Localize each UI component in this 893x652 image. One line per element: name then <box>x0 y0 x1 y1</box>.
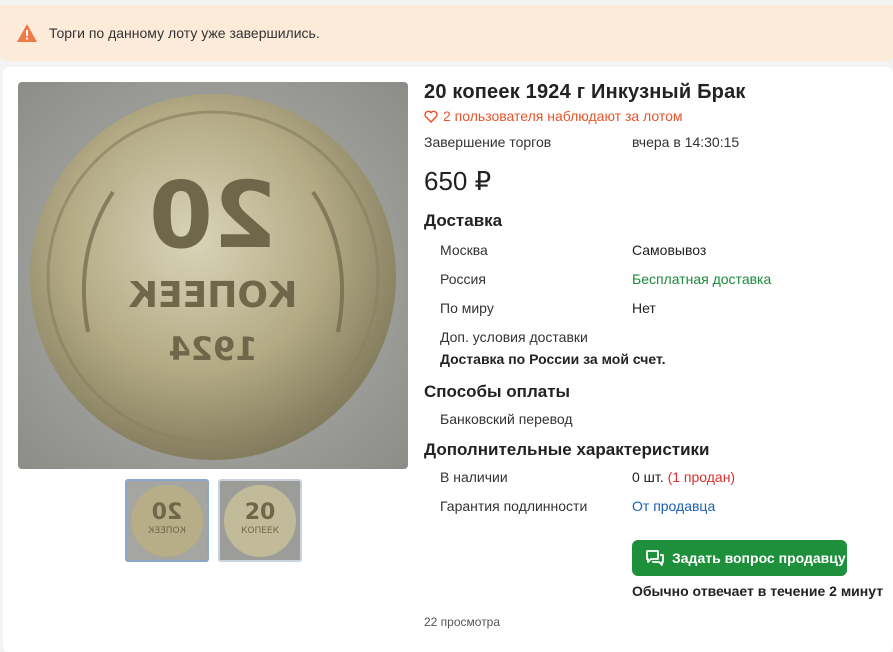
delivery-note: Доставка по России за мой счет. <box>440 351 666 367</box>
svg-text:КОПЕЕК: КОПЕЕК <box>241 526 280 536</box>
lot-info: 20 копеек 1924 г Инкузный Брак 2 пользов… <box>424 81 884 520</box>
stock-row: В наличии 0 шт. (1 продан) <box>424 462 884 491</box>
banner-text: Торги по данному лоту уже завершились. <box>49 25 320 41</box>
coin-word: КОПЕЕК <box>129 275 298 316</box>
watchers-text: 2 пользователя наблюдают за лотом <box>443 108 683 124</box>
delivery-value: Нет <box>632 299 656 316</box>
delivery-value-free: Бесплатная доставка <box>632 270 772 287</box>
lot-card: 20 КОПЕЕК 1924 20 КОПЕЕК 20 КОПЕЕК 20 ко… <box>3 67 893 652</box>
delivery-value: Самовывоз <box>632 241 707 258</box>
lot-price: 650 ₽ <box>424 166 492 196</box>
stock-label: В наличии <box>440 468 508 485</box>
auction-end-value: вчера в 14:30:15 <box>632 134 740 150</box>
authenticity-value[interactable]: От продавца <box>632 498 715 514</box>
delivery-label: Москва <box>440 241 488 258</box>
delivery-label: Доп. условия доставки <box>440 328 588 345</box>
payment-heading: Способы оплаты <box>424 382 571 401</box>
delivery-row-moscow: Москва Самовывоз <box>424 235 884 264</box>
svg-text:20: 20 <box>152 500 183 525</box>
delivery-row-extra: Доп. условия доставки <box>424 322 884 351</box>
extra-heading: Дополнительные характеристики <box>424 440 710 459</box>
payment-method: Банковский перевод <box>440 410 573 427</box>
auction-ended-banner: Торги по данному лоту уже завершились. <box>0 5 893 61</box>
svg-text:КОПЕЕК: КОПЕЕК <box>147 526 186 536</box>
delivery-row-world: По миру Нет <box>424 293 884 322</box>
authenticity-row: Гарантия подлинности От продавца <box>424 491 884 520</box>
thumbnail-2[interactable]: 20 КОПЕЕК <box>218 479 302 562</box>
delivery-label: По миру <box>440 299 494 316</box>
auction-end-row: Завершение торгов вчера в 14:30:15 <box>424 134 884 154</box>
payment-row: Банковский перевод <box>424 404 884 433</box>
coin-denomination: 20 <box>149 162 277 269</box>
chat-icon <box>646 550 664 566</box>
auction-end-label: Завершение торгов <box>424 134 552 150</box>
stock-count: 0 шт. <box>632 468 664 485</box>
delivery-heading: Доставка <box>424 211 503 230</box>
svg-text:20: 20 <box>245 500 276 525</box>
watchers-link[interactable]: 2 пользователя наблюдают за лотом <box>424 108 884 124</box>
lot-title: 20 копеек 1924 г Инкузный Брак <box>424 81 746 103</box>
thumbnail-1[interactable]: 20 КОПЕЕК <box>125 479 209 562</box>
coin-year: 1924 <box>168 330 257 368</box>
delivery-row-russia: Россия Бесплатная доставка <box>424 264 884 293</box>
views-count: 22 просмотра <box>424 615 501 629</box>
warning-triangle-icon <box>17 24 37 42</box>
stock-sold: (1 продан) <box>667 468 736 485</box>
delivery-label: Россия <box>440 270 486 287</box>
ask-seller-button[interactable]: Задать вопрос продавцу <box>632 540 847 576</box>
authenticity-label: Гарантия подлинности <box>440 497 588 514</box>
heart-icon <box>424 110 438 123</box>
seller-reply-time: Обычно отвечает в течение 2 минут <box>632 583 884 599</box>
thumbnail-strip: 20 КОПЕЕК 20 КОПЕЕК <box>125 479 302 562</box>
ask-seller-label: Задать вопрос продавцу <box>672 550 846 566</box>
main-coin-photo[interactable]: 20 КОПЕЕК 1924 <box>18 82 408 469</box>
stock-value: 0 шт. (1 продан) <box>632 469 735 485</box>
